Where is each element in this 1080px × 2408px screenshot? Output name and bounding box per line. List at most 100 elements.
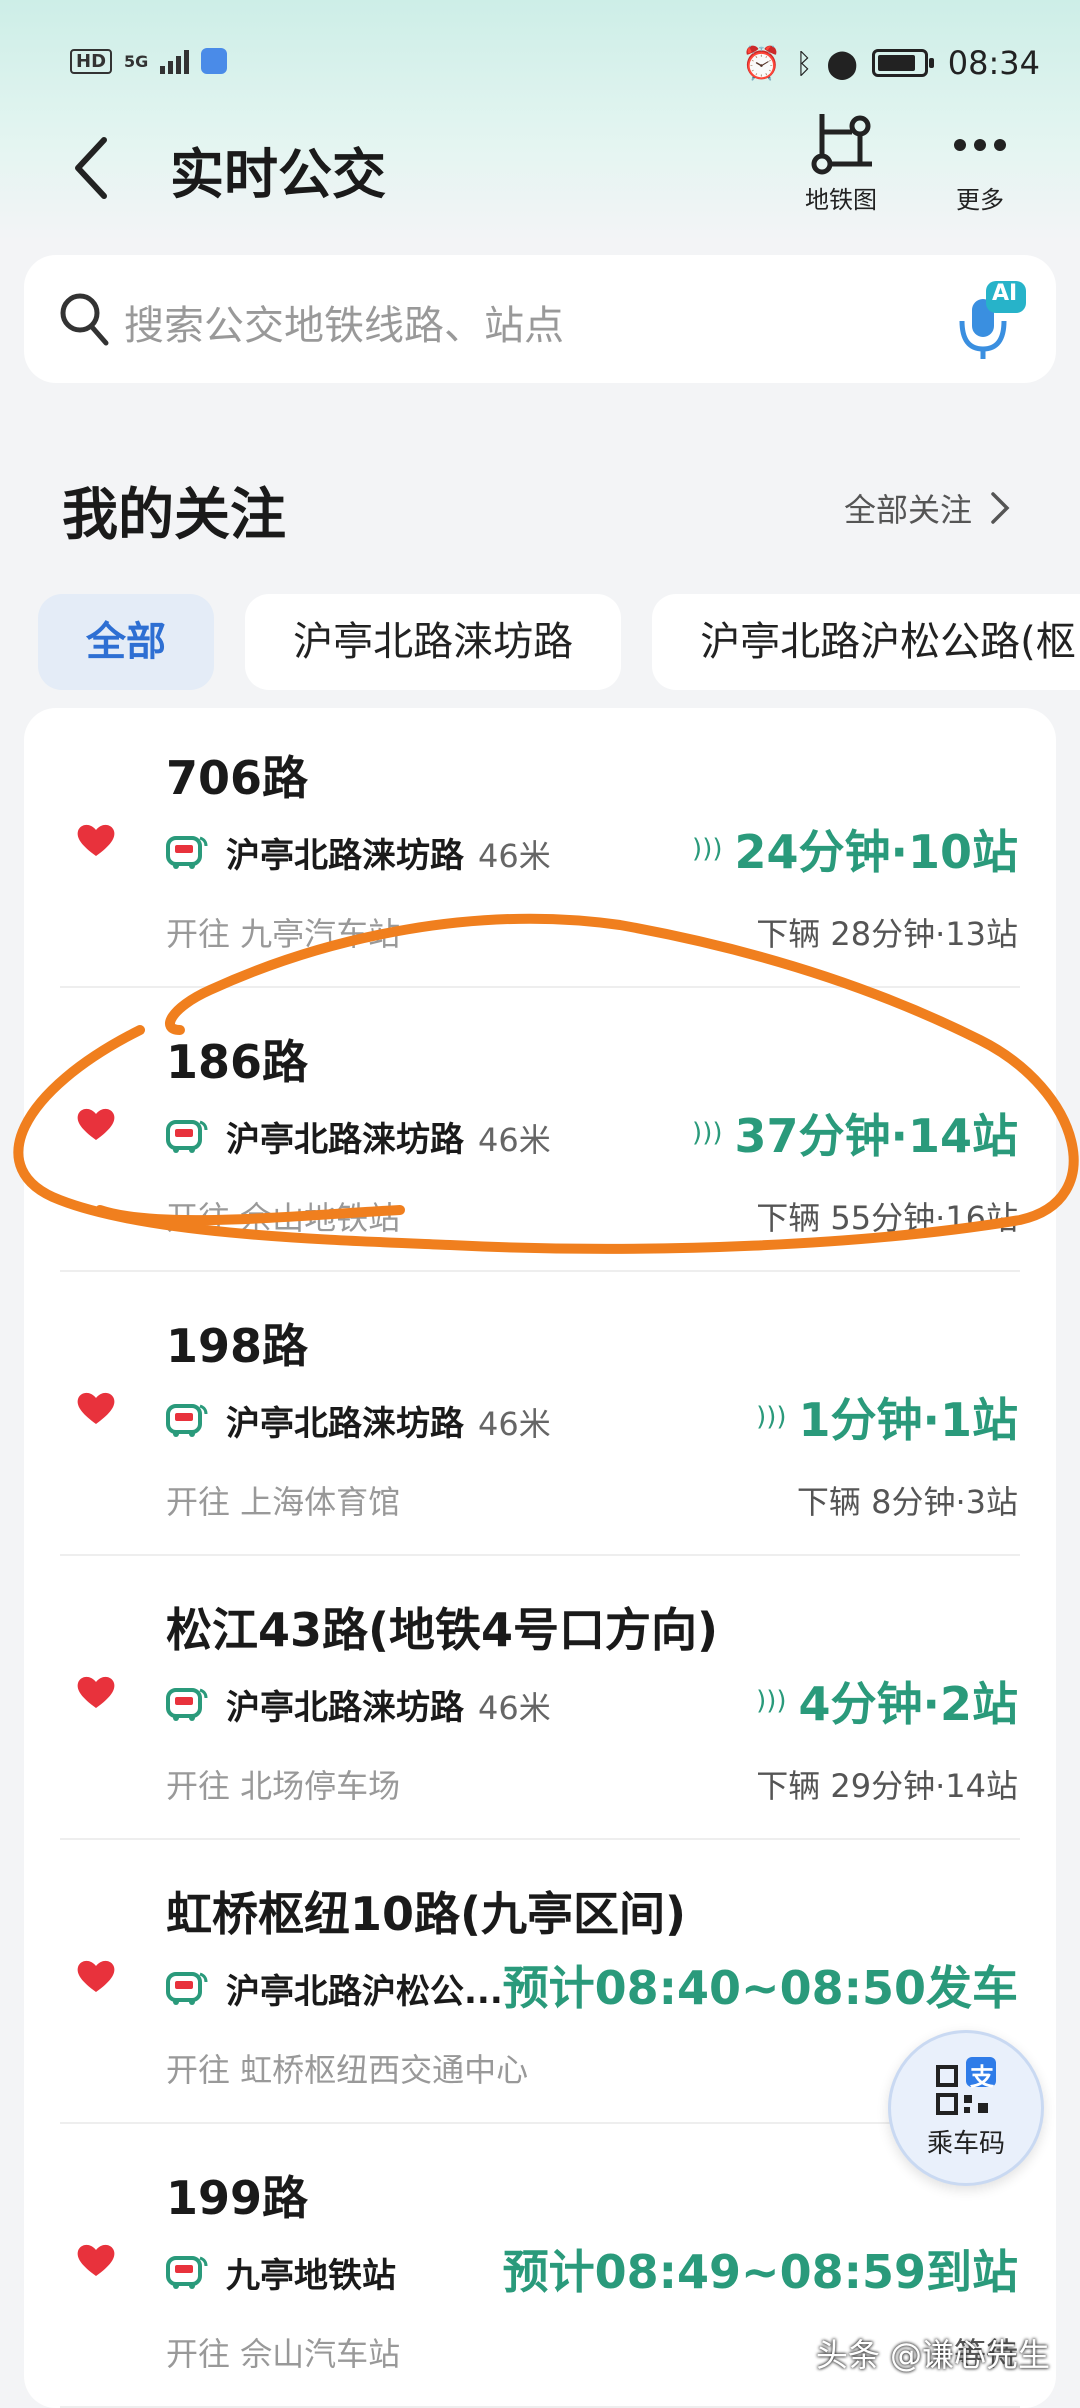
ai-badge: AI [992, 281, 1018, 306]
app-notification-icon [201, 48, 228, 74]
eta: ))) 24分钟·10站 [692, 816, 1018, 882]
stop-name: 沪亭北路沪松公... [226, 1964, 517, 2013]
eta: ))) 4分钟·2站 [756, 1668, 1018, 1734]
heart-icon[interactable] [76, 1106, 116, 1142]
realtime-signal-icon: ))) [756, 1686, 787, 1716]
page-title: 实时公交 [170, 143, 386, 206]
next-bus: 下辆 8分钟·3站 [796, 1483, 1018, 1521]
battery-icon [871, 49, 934, 77]
route-name: 186路 [166, 1035, 309, 1089]
network-type: 5G [124, 51, 149, 71]
bus-stop-icon [166, 2256, 208, 2289]
chip-all[interactable]: 全部 [38, 594, 214, 690]
route-row[interactable]: 198路 沪亭北路涞坊路 46米))) 1分钟·1站 开往 上海体育馆 下辆 8分钟·3站 [24, 1272, 1056, 1556]
ride-code-button[interactable]: 支 乘车码 [888, 2030, 1044, 2186]
metro-map-button[interactable]: 地铁图 [805, 110, 877, 215]
qr-code-icon: 支 [936, 2056, 996, 2117]
heart-icon[interactable] [76, 1390, 116, 1426]
route-row[interactable]: 186路 沪亭北路涞坊路 46米))) 37分钟·14站 开往 佘山地铁站 下辆 55分钟… [24, 988, 1056, 1272]
route-name: 松江43路(地铁4号口方向) [166, 1603, 719, 1657]
battery-level [877, 55, 916, 71]
metro-map-icon [811, 114, 872, 175]
stop-name: 沪亭北路涞坊路 46米 [226, 1396, 551, 1445]
route-name: 199路 [166, 2171, 309, 2225]
eta: ))) 37分钟·14站 [692, 1100, 1018, 1166]
realtime-signal-icon: ))) [756, 1402, 787, 1432]
eta-value: 4分钟·2站 [798, 1677, 1019, 1731]
route-row[interactable]: 松江43路(地铁4号口方向) 沪亭北路涞坊路 46米))) 4分钟·2站 开往 北场停车… [24, 1556, 1056, 1840]
chip-stop-2[interactable]: 沪亭北路沪松公路(枢 [652, 594, 1080, 690]
location-icon: ⬤ [826, 46, 858, 80]
bus-stop-icon [166, 1120, 208, 1153]
realtime-signal-icon: ))) [692, 834, 723, 864]
alipay-badge: 支 [970, 2062, 994, 2091]
signal-icon [160, 48, 190, 74]
chevron-right-icon [991, 492, 1010, 524]
stop-label: 九亭地铁站 [226, 2256, 396, 2296]
favorites-title: 我的关注 [62, 483, 286, 548]
stop-distance: 46米 [478, 1405, 551, 1443]
route-name: 198路 [166, 1319, 309, 1373]
eta: 预计08:49~08:59到站 [503, 2236, 1018, 2302]
route-direction: 开往 佘山地铁站 [166, 1199, 401, 1237]
route-direction: 开往 虹桥枢纽西交通中心 [166, 2051, 529, 2089]
eta-value: 24分钟·10站 [734, 825, 1018, 879]
route-row[interactable]: 706路 沪亭北路涞坊路 46米))) 24分钟·10站 开往 九亭汽车站 下辆 28分钟… [24, 708, 1056, 988]
bus-stop-icon [166, 1404, 208, 1437]
search-placeholder: 搜索公交地铁线路、站点 [124, 303, 564, 349]
more-button[interactable]: 更多 [950, 110, 1010, 215]
stop-name: 九亭地铁站 [226, 2248, 410, 2297]
eta-value: 预计08:49~08:59到站 [502, 2245, 1018, 2299]
back-button[interactable] [60, 128, 120, 208]
more-label: 更多 [956, 186, 1004, 214]
alarm-icon: ⏰ [741, 44, 782, 82]
heart-icon[interactable] [76, 822, 116, 858]
eta-value: 37分钟·14站 [734, 1109, 1018, 1163]
route-list: 706路 沪亭北路涞坊路 46米))) 24分钟·10站 开往 九亭汽车站 下辆 28分钟… [24, 708, 1056, 2408]
realtime-signal-icon: ))) [692, 1118, 723, 1148]
eta-value: 1分钟·1站 [798, 1393, 1019, 1447]
bus-stop-icon [166, 1972, 208, 2005]
next-bus: 下辆 55分钟·16站 [756, 1199, 1018, 1237]
all-favorites-link[interactable]: 全部关注 [844, 485, 1010, 531]
stop-name: 沪亭北路涞坊路 46米 [226, 1680, 551, 1729]
chip-stop-1[interactable]: 沪亭北路涞坊路 [245, 594, 622, 690]
ai-voice-button[interactable]: AI [948, 277, 1028, 361]
stop-name: 沪亭北路涞坊路 46米 [226, 1112, 551, 1161]
stop-name: 沪亭北路涞坊路 46米 [226, 828, 551, 877]
search-bar[interactable]: 搜索公交地铁线路、站点 AI [24, 255, 1056, 383]
eta-value: 预计08:40~08:50发车 [502, 1961, 1018, 2015]
stop-distance: 46米 [478, 1121, 551, 1159]
watermark: 头条 @谦心先生 [815, 2336, 1050, 2374]
route-name: 706路 [166, 751, 309, 805]
search-icon [60, 293, 109, 346]
stop-label: 沪亭北路涞坊路 [226, 1120, 464, 1160]
back-arrow-icon [75, 137, 107, 199]
route-name: 虹桥枢纽10路(九亭区间) [166, 1887, 687, 1941]
status-bar: HD 5G ⏰ ᛒ ⬤ 08:34 [0, 38, 1080, 94]
more-icon [954, 139, 1006, 151]
route-direction: 开往 佘山汽车站 [166, 2335, 401, 2373]
bus-stop-icon [166, 1688, 208, 1721]
stop-label: 沪亭北路涞坊路 [226, 1404, 464, 1444]
heart-icon[interactable] [76, 1958, 116, 1994]
stop-label: 沪亭北路涞坊路 [226, 836, 464, 876]
eta: ))) 1分钟·1站 [756, 1384, 1018, 1450]
filter-chips: 全部 沪亭北路涞坊路 沪亭北路沪松公路(枢 [38, 594, 1080, 690]
app-header: 实时公交 地铁图 更多 [0, 110, 1080, 220]
bluetooth-icon: ᛒ [795, 46, 813, 80]
metro-map-label: 地铁图 [805, 186, 877, 214]
eta: 预计08:40~08:50发车 [503, 1952, 1018, 2018]
stop-distance: 46米 [478, 837, 551, 875]
heart-icon[interactable] [76, 2242, 116, 2278]
stop-label: 沪亭北路沪松公... [226, 1972, 503, 2012]
hd-indicator: HD [70, 48, 113, 74]
route-direction: 开往 北场停车场 [166, 1767, 401, 1805]
next-bus: 下辆 29分钟·14站 [756, 1767, 1018, 1805]
bus-stop-icon [166, 836, 208, 869]
stop-label: 沪亭北路涞坊路 [226, 1688, 464, 1728]
all-favorites-label: 全部关注 [843, 491, 972, 529]
route-direction: 开往 九亭汽车站 [166, 915, 401, 953]
heart-icon[interactable] [76, 1674, 116, 1710]
stop-distance: 46米 [478, 1689, 551, 1727]
